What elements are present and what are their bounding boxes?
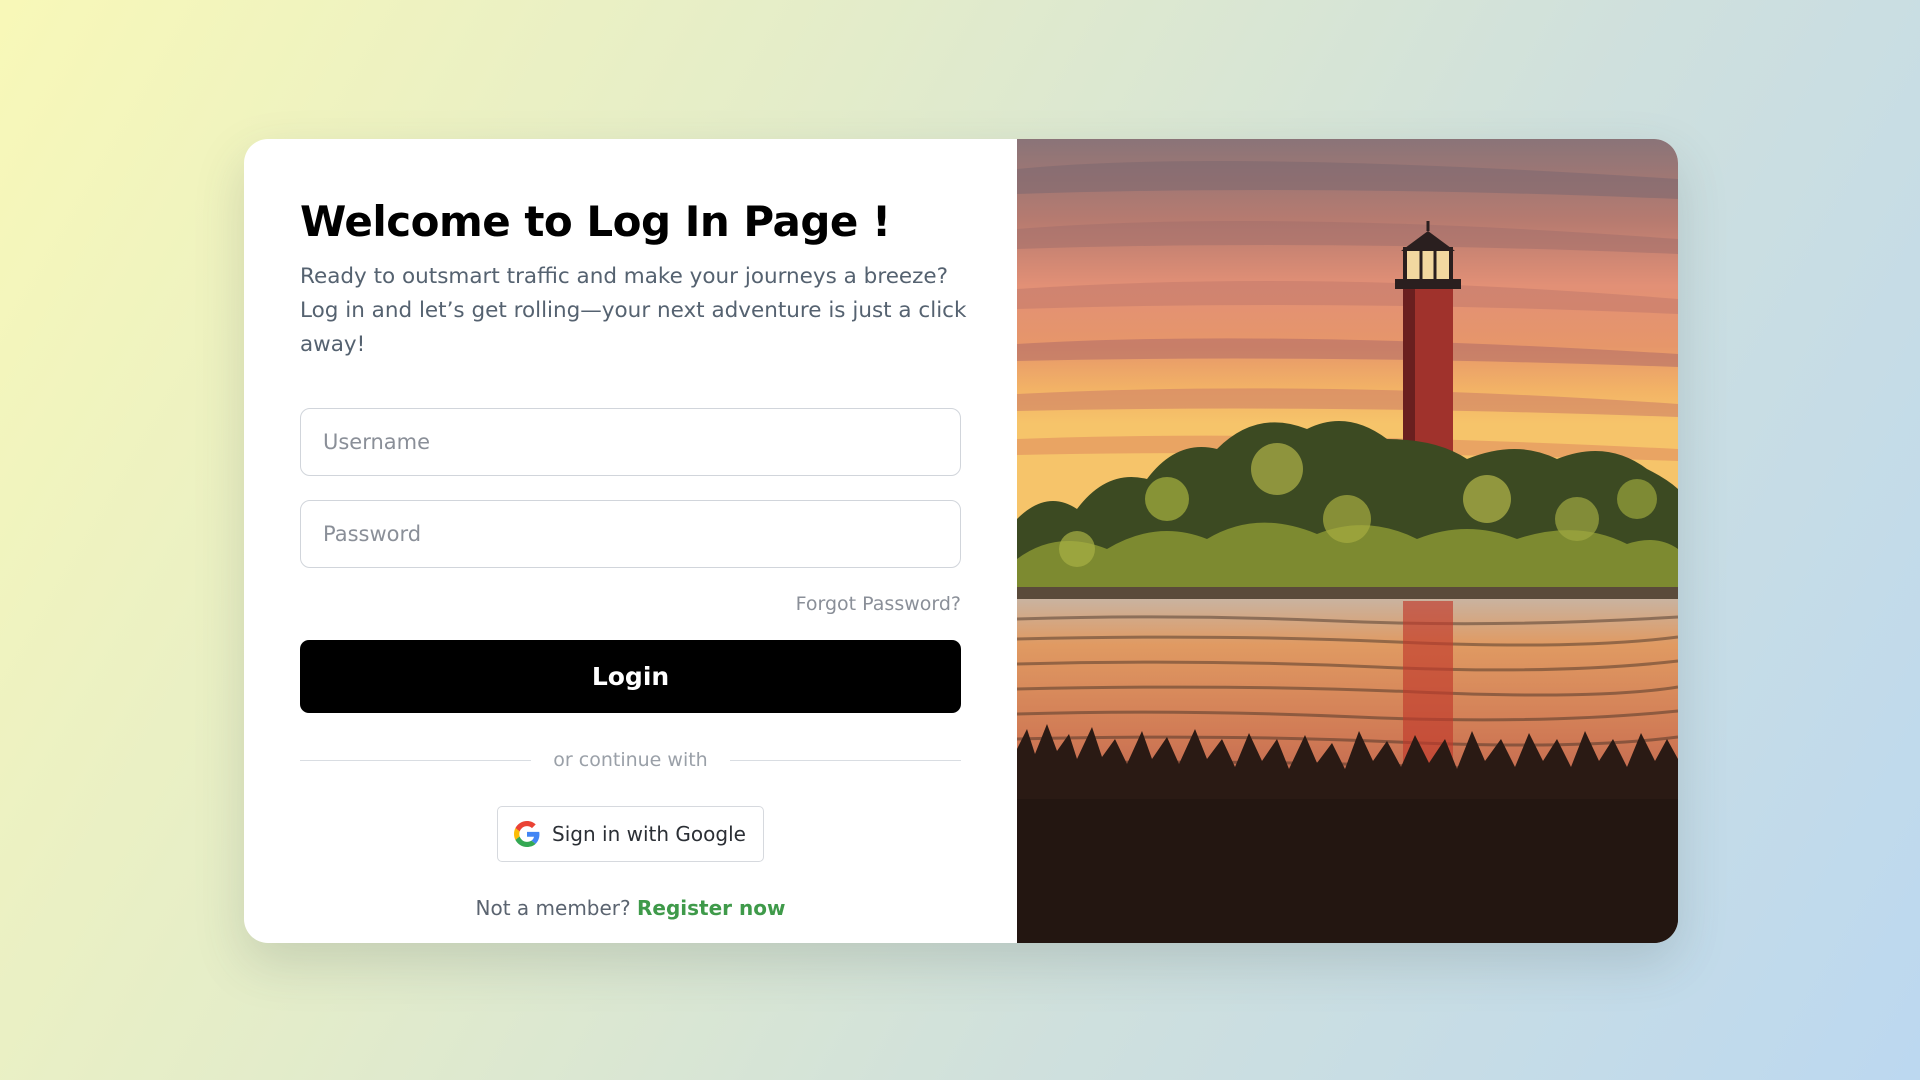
username-input[interactable] xyxy=(300,408,961,477)
password-input[interactable] xyxy=(300,500,961,569)
login-button[interactable]: Login xyxy=(300,640,961,714)
register-row: Not a member? Register now xyxy=(300,896,961,920)
forgot-password-link[interactable]: Forgot Password? xyxy=(796,593,961,615)
divider: or continue with xyxy=(300,749,962,772)
register-prompt: Not a member? xyxy=(475,896,631,921)
divider-line-left xyxy=(300,759,532,761)
divider-text: or continue with xyxy=(553,749,708,772)
forgot-password-row: Forgot Password? xyxy=(300,593,961,615)
google-signin-wrap: Sign in with Google xyxy=(300,806,961,863)
divider-line-right xyxy=(729,759,962,761)
register-link[interactable]: Register now xyxy=(637,896,785,920)
google-signin-label: Sign in with Google xyxy=(552,822,746,847)
google-signin-button[interactable]: Sign in with Google xyxy=(497,806,764,863)
page-title: Welcome to Log In Page ! xyxy=(300,197,891,246)
page-subtitle: Ready to outsmart traffic and make your … xyxy=(300,264,967,358)
login-form-panel: Welcome to Log In Page ! Ready to outsma… xyxy=(244,139,1017,943)
google-icon xyxy=(514,821,540,848)
lighthouse-sunset-illustration xyxy=(1017,139,1678,943)
login-card: Welcome to Log In Page ! Ready to outsma… xyxy=(244,139,1678,943)
hero-image-panel xyxy=(1017,139,1678,943)
